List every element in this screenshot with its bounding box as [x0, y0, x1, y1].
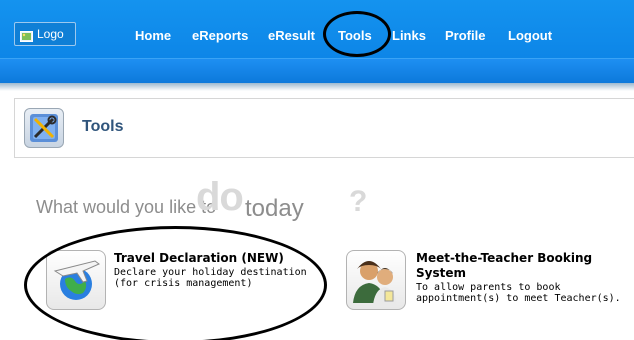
meet-the-teacher-card[interactable]: Meet-the-Teacher Booking System To allow…	[346, 250, 634, 314]
prompt-text-part1: What would you like to	[36, 197, 217, 217]
image-icon	[20, 29, 33, 42]
prompt-text-do: do	[196, 175, 244, 219]
prompt-heading: What would you like to do today ?	[36, 175, 396, 230]
nav-eresult[interactable]: eResult	[268, 28, 315, 43]
meet-teacher-desc-line1: To allow parents to book	[416, 282, 561, 293]
logo-label: Logo	[37, 27, 64, 41]
prompt-text-today: today	[245, 195, 304, 222]
nav-ereports[interactable]: eReports	[192, 28, 248, 43]
annotation-circle-travel	[24, 226, 327, 340]
nav-profile[interactable]: Profile	[445, 28, 485, 43]
nav-logout[interactable]: Logout	[508, 28, 552, 43]
page-title: Tools	[82, 118, 124, 135]
logo-button[interactable]: Logo	[14, 22, 76, 46]
meet-teacher-title-line2[interactable]: System	[416, 266, 466, 280]
meet-teacher-title-line1[interactable]: Meet-the-Teacher Booking	[416, 251, 592, 265]
nav-home[interactable]: Home	[135, 28, 171, 43]
nav-links[interactable]: Links	[392, 28, 426, 43]
prompt-question-mark: ?	[349, 185, 368, 218]
section-header-panel: Tools	[14, 98, 634, 158]
header-shadow	[0, 83, 634, 91]
tools-icon	[24, 108, 64, 148]
meet-teacher-desc-line2: appointment(s) to meet Teacher(s).	[416, 293, 621, 304]
header-stripe	[0, 58, 634, 83]
parent-teacher-icon	[346, 250, 406, 310]
annotation-circle-tools	[323, 11, 391, 57]
